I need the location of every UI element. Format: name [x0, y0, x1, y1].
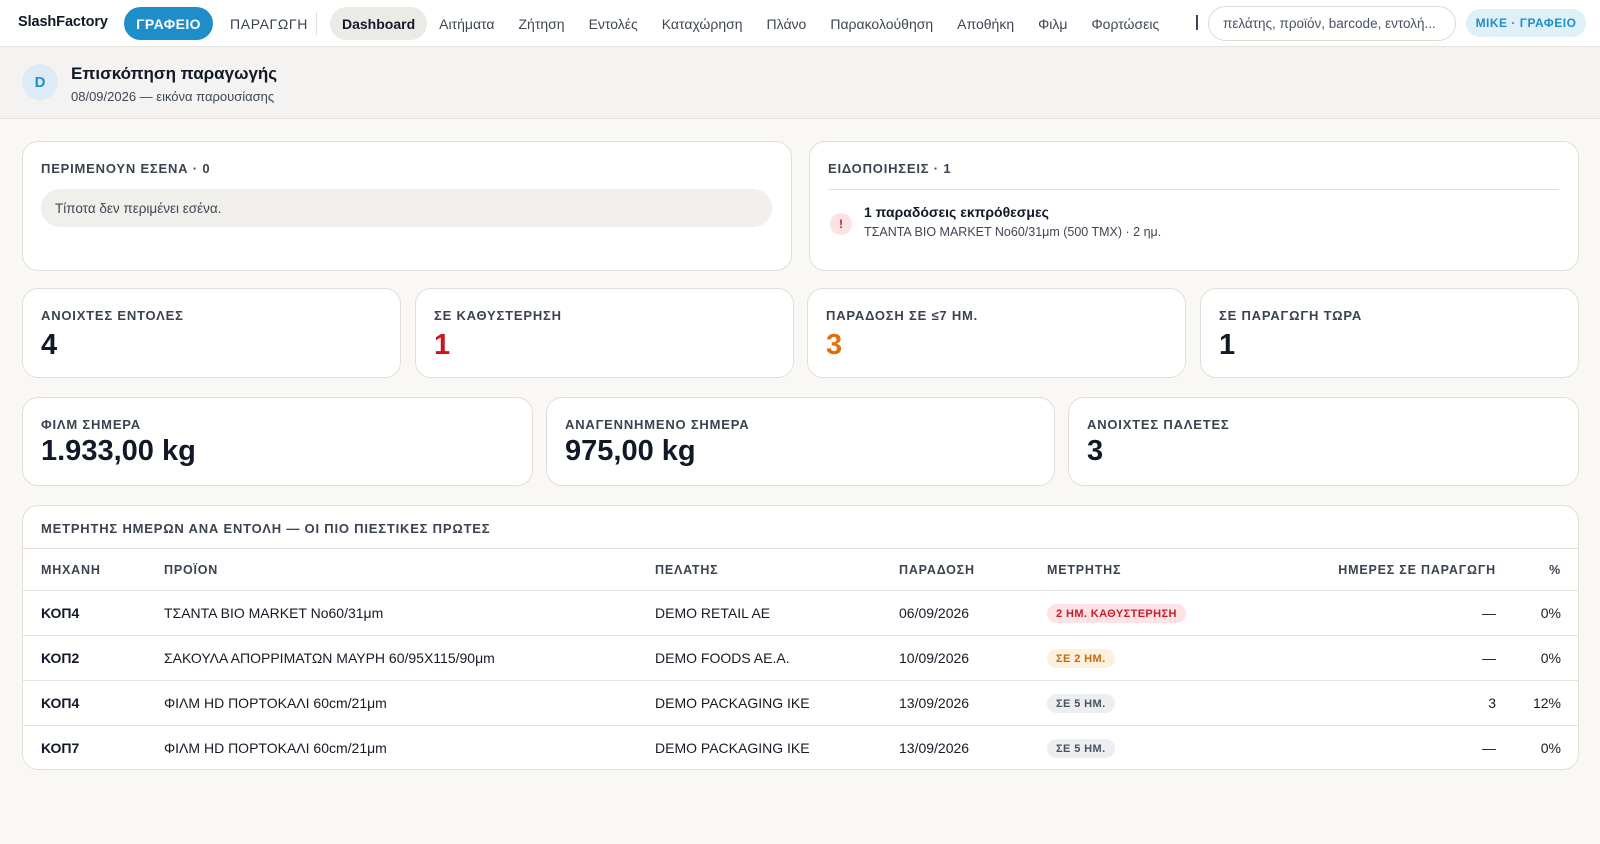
nav-orders[interactable]: Εντολές: [577, 7, 650, 40]
top-divider: [316, 12, 317, 35]
kpi-label: ΦΙΛΜ ΣΗΜΕΡΑ: [41, 417, 141, 432]
kpi-in-production-now[interactable]: ΣΕ ΠΑΡΑΓΩΓΗ ΤΩΡΑ 1: [1200, 288, 1579, 378]
kpi-label: ΑΝΑΓΕΝΝΗΜΕΝΟ ΣΗΜΕΡΑ: [565, 417, 750, 432]
notification-detail: ΤΣΑΝΤΑ BIO MARKET No60/31μm (500 TMX) · …: [864, 225, 1162, 239]
nav-warehouse[interactable]: Αποθήκη: [945, 7, 1026, 40]
column-header-days-in-production[interactable]: ΗΜΕΡΕΣ ΣΕ ΠΑΡΑΓΩΓΗ: [1273, 563, 1496, 577]
cell-percent: 12%: [1532, 695, 1561, 711]
mode-production-button[interactable]: ΠΑΡΑΓΩΓΗ: [218, 7, 320, 40]
cell-machine: ΚΟΠ4: [41, 695, 80, 711]
cell-customer: DEMO PACKAGING IKE: [655, 740, 810, 756]
nav-entry[interactable]: Καταχώρηση: [650, 7, 755, 40]
column-header-machine[interactable]: ΜΗΧΑΝΗ: [41, 563, 101, 577]
status-badge: ΣΕ 5 ΗΜ.: [1047, 739, 1115, 758]
user-badge[interactable]: MIKE · ΓΡΑΦΕΙΟ: [1466, 9, 1586, 37]
column-header-product[interactable]: ΠΡΟΪΟΝ: [164, 563, 218, 577]
nav-requests[interactable]: Αιτήματα: [427, 7, 506, 40]
kpi-open-orders[interactable]: ΑΝΟΙΧΤΕΣ ΕΝΤΟΛΕΣ 4: [22, 288, 401, 378]
cell-product: ΦΙΛΜ HD ΠΟΡΤΟΚΑΛΙ 60cm/21μm: [164, 695, 387, 711]
cell-delivery: 13/09/2026: [899, 695, 970, 711]
nav-loadings[interactable]: Φορτώσεις: [1079, 7, 1171, 40]
cell-machine: ΚΟΠ7: [41, 740, 80, 756]
cell-days: —: [1482, 740, 1496, 756]
cell-customer: DEMO PACKAGING IKE: [655, 695, 810, 711]
cell-percent: 0%: [1540, 650, 1561, 666]
kpi-label: ΣΕ ΚΑΘΥΣΤΕΡΗΣΗ: [434, 308, 562, 323]
cell-percent: 0%: [1540, 740, 1561, 756]
cell-days: —: [1482, 605, 1496, 621]
cell-machine: ΚΟΠ2: [41, 650, 80, 666]
kpi-open-pallets[interactable]: ΑΝΟΙΧΤΕΣ ΠΑΛΕΤΕΣ 3: [1068, 397, 1579, 486]
kpi-value: 1: [1219, 329, 1236, 361]
status-badge: 2 ΗΜ. ΚΑΘΥΣΤΕΡΗΣΗ: [1047, 604, 1186, 623]
cell-delivery: 06/09/2026: [899, 605, 970, 621]
notifications-card: ΕΙΔΟΠΟΙΗΣΕΙΣ · 1 ! 1 παραδόσεις εκπρόθεσ…: [809, 141, 1579, 271]
kpi-value: 3: [1087, 435, 1104, 467]
cell-days: —: [1482, 650, 1496, 666]
cell-delivery: 10/09/2026: [899, 650, 970, 666]
nav-overflow-indicator: [1196, 15, 1198, 30]
notifications-label: ΕΙΔΟΠΟΙΗΣΕΙΣ · 1: [828, 161, 952, 176]
kpi-label: ΑΝΟΙΧΤΕΣ ΠΑΛΕΤΕΣ: [1087, 417, 1230, 432]
kpi-value: 1: [434, 329, 451, 361]
column-header-customer[interactable]: ΠΕΛΑΤΗΣ: [655, 563, 718, 577]
column-header-percent[interactable]: %: [1513, 563, 1561, 577]
table-row[interactable]: ΚΟΠ4 ΦΙΛΜ HD ΠΟΡΤΟΚΑΛΙ 60cm/21μm DEMO PA…: [23, 681, 1578, 725]
search-box[interactable]: [1208, 6, 1456, 41]
main-nav: Dashboard Αιτήματα Ζήτηση Εντολές Καταχώ…: [330, 7, 1171, 40]
kpi-label: ΣΕ ΠΑΡΑΓΩΓΗ ΤΩΡΑ: [1219, 308, 1363, 323]
column-header-delivery[interactable]: ΠΑΡΑΔΟΣΗ: [899, 563, 975, 577]
cell-customer: DEMO RETAIL AE: [655, 605, 771, 621]
table-row[interactable]: ΚΟΠ2 ΣΑΚΟΥΛΑ ΑΠΟΡΡΙΜΑΤΩΝ ΜΑΥΡΗ 60/95X115…: [23, 636, 1578, 680]
notification-title[interactable]: 1 παραδόσεις εκπρόθεσμες: [864, 204, 1049, 220]
brand-logo[interactable]: SlashFactory: [18, 14, 108, 30]
alert-icon: !: [830, 213, 852, 235]
search-input[interactable]: [1223, 16, 1449, 31]
table-title-divider: [23, 548, 1578, 549]
kpi-value: 3: [826, 329, 843, 361]
cell-product: ΣΑΚΟΥΛΑ ΑΠΟΡΡΙΜΑΤΩΝ ΜΑΥΡΗ 60/95X115/90μm: [164, 650, 495, 666]
column-header-counter[interactable]: ΜΕΤΡΗΤΗΣ: [1047, 563, 1121, 577]
waiting-card: ΠΕΡΙΜΕΝΟΥΝ ΕΣΕΝΑ · 0 Τίποτα δεν περιμένε…: [22, 141, 792, 271]
nav-plan[interactable]: Πλάνο: [755, 7, 819, 40]
nav-dashboard[interactable]: Dashboard: [330, 7, 428, 40]
cell-customer: DEMO FOODS AE.A.: [655, 650, 790, 666]
nav-demand[interactable]: Ζήτηση: [506, 7, 576, 40]
notifications-divider: [828, 189, 1559, 190]
waiting-label: ΠΕΡΙΜΕΝΟΥΝ ΕΣΕΝΑ · 0: [41, 161, 211, 176]
kpi-label: ΑΝΟΙΧΤΕΣ ΕΝΤΟΛΕΣ: [41, 308, 184, 323]
kpi-value: 4: [41, 329, 58, 361]
nav-tracking[interactable]: Παρακολούθηση: [818, 7, 945, 40]
kpi-value: 1.933,00 kg: [41, 435, 196, 467]
page-title: Επισκόπηση παραγωγής: [71, 64, 278, 83]
kpi-delayed[interactable]: ΣΕ ΚΑΘΥΣΤΕΡΗΣΗ 1: [415, 288, 794, 378]
mode-office-button[interactable]: ΓΡΑΦΕΙΟ: [124, 7, 213, 40]
cell-product: ΤΣΑΝΤΑ BIO MARKET No60/31μm: [164, 605, 384, 621]
table-row[interactable]: ΚΟΠ4 ΤΣΑΝΤΑ BIO MARKET No60/31μm DEMO RE…: [23, 591, 1578, 635]
table-row[interactable]: ΚΟΠ7 ΦΙΛΜ HD ΠΟΡΤΟΚΑΛΙ 60cm/21μm DEMO PA…: [23, 726, 1578, 769]
kpi-value: 975,00 kg: [565, 435, 696, 467]
top-bar: SlashFactory ΓΡΑΦΕΙΟ ΠΑΡΑΓΩΓΗ Dashboard …: [0, 0, 1600, 47]
days-counter-table-card: ΜΕΤΡΗΤΗΣ ΗΜΕΡΩΝ ΑΝΑ ΕΝΤΟΛΗ — ΟΙ ΠΙΟ ΠΙΕΣ…: [22, 505, 1579, 770]
cell-days: 3: [1488, 695, 1496, 711]
kpi-delivery-7-days[interactable]: ΠΑΡΑΔΟΣΗ ΣΕ ≤7 ΗΜ. 3: [807, 288, 1186, 378]
kpi-label: ΠΑΡΑΔΟΣΗ ΣΕ ≤7 ΗΜ.: [826, 308, 979, 323]
page-header: D Επισκόπηση παραγωγής 08/09/2026 — εικό…: [0, 47, 1600, 119]
status-badge: ΣΕ 5 ΗΜ.: [1047, 694, 1115, 713]
cell-product: ΦΙΛΜ HD ΠΟΡΤΟΚΑΛΙ 60cm/21μm: [164, 740, 387, 756]
kpi-film-today[interactable]: ΦΙΛΜ ΣΗΜΕΡΑ 1.933,00 kg: [22, 397, 533, 486]
cell-machine: ΚΟΠ4: [41, 605, 80, 621]
page-subtitle: 08/09/2026 — εικόνα παρουσίασης: [71, 89, 275, 104]
waiting-empty-message: Τίποτα δεν περιμένει εσένα.: [41, 189, 772, 227]
nav-film[interactable]: Φιλμ: [1026, 7, 1079, 40]
cell-percent: 0%: [1540, 605, 1561, 621]
cell-delivery: 13/09/2026: [899, 740, 970, 756]
table-title: ΜΕΤΡΗΤΗΣ ΗΜΕΡΩΝ ΑΝΑ ΕΝΤΟΛΗ — ΟΙ ΠΙΟ ΠΙΕΣ…: [41, 521, 491, 536]
status-badge: ΣΕ 2 ΗΜ.: [1047, 649, 1115, 668]
avatar: D: [22, 64, 58, 100]
kpi-regenerated-today[interactable]: ΑΝΑΓΕΝΝΗΜΕΝΟ ΣΗΜΕΡΑ 975,00 kg: [546, 397, 1055, 486]
